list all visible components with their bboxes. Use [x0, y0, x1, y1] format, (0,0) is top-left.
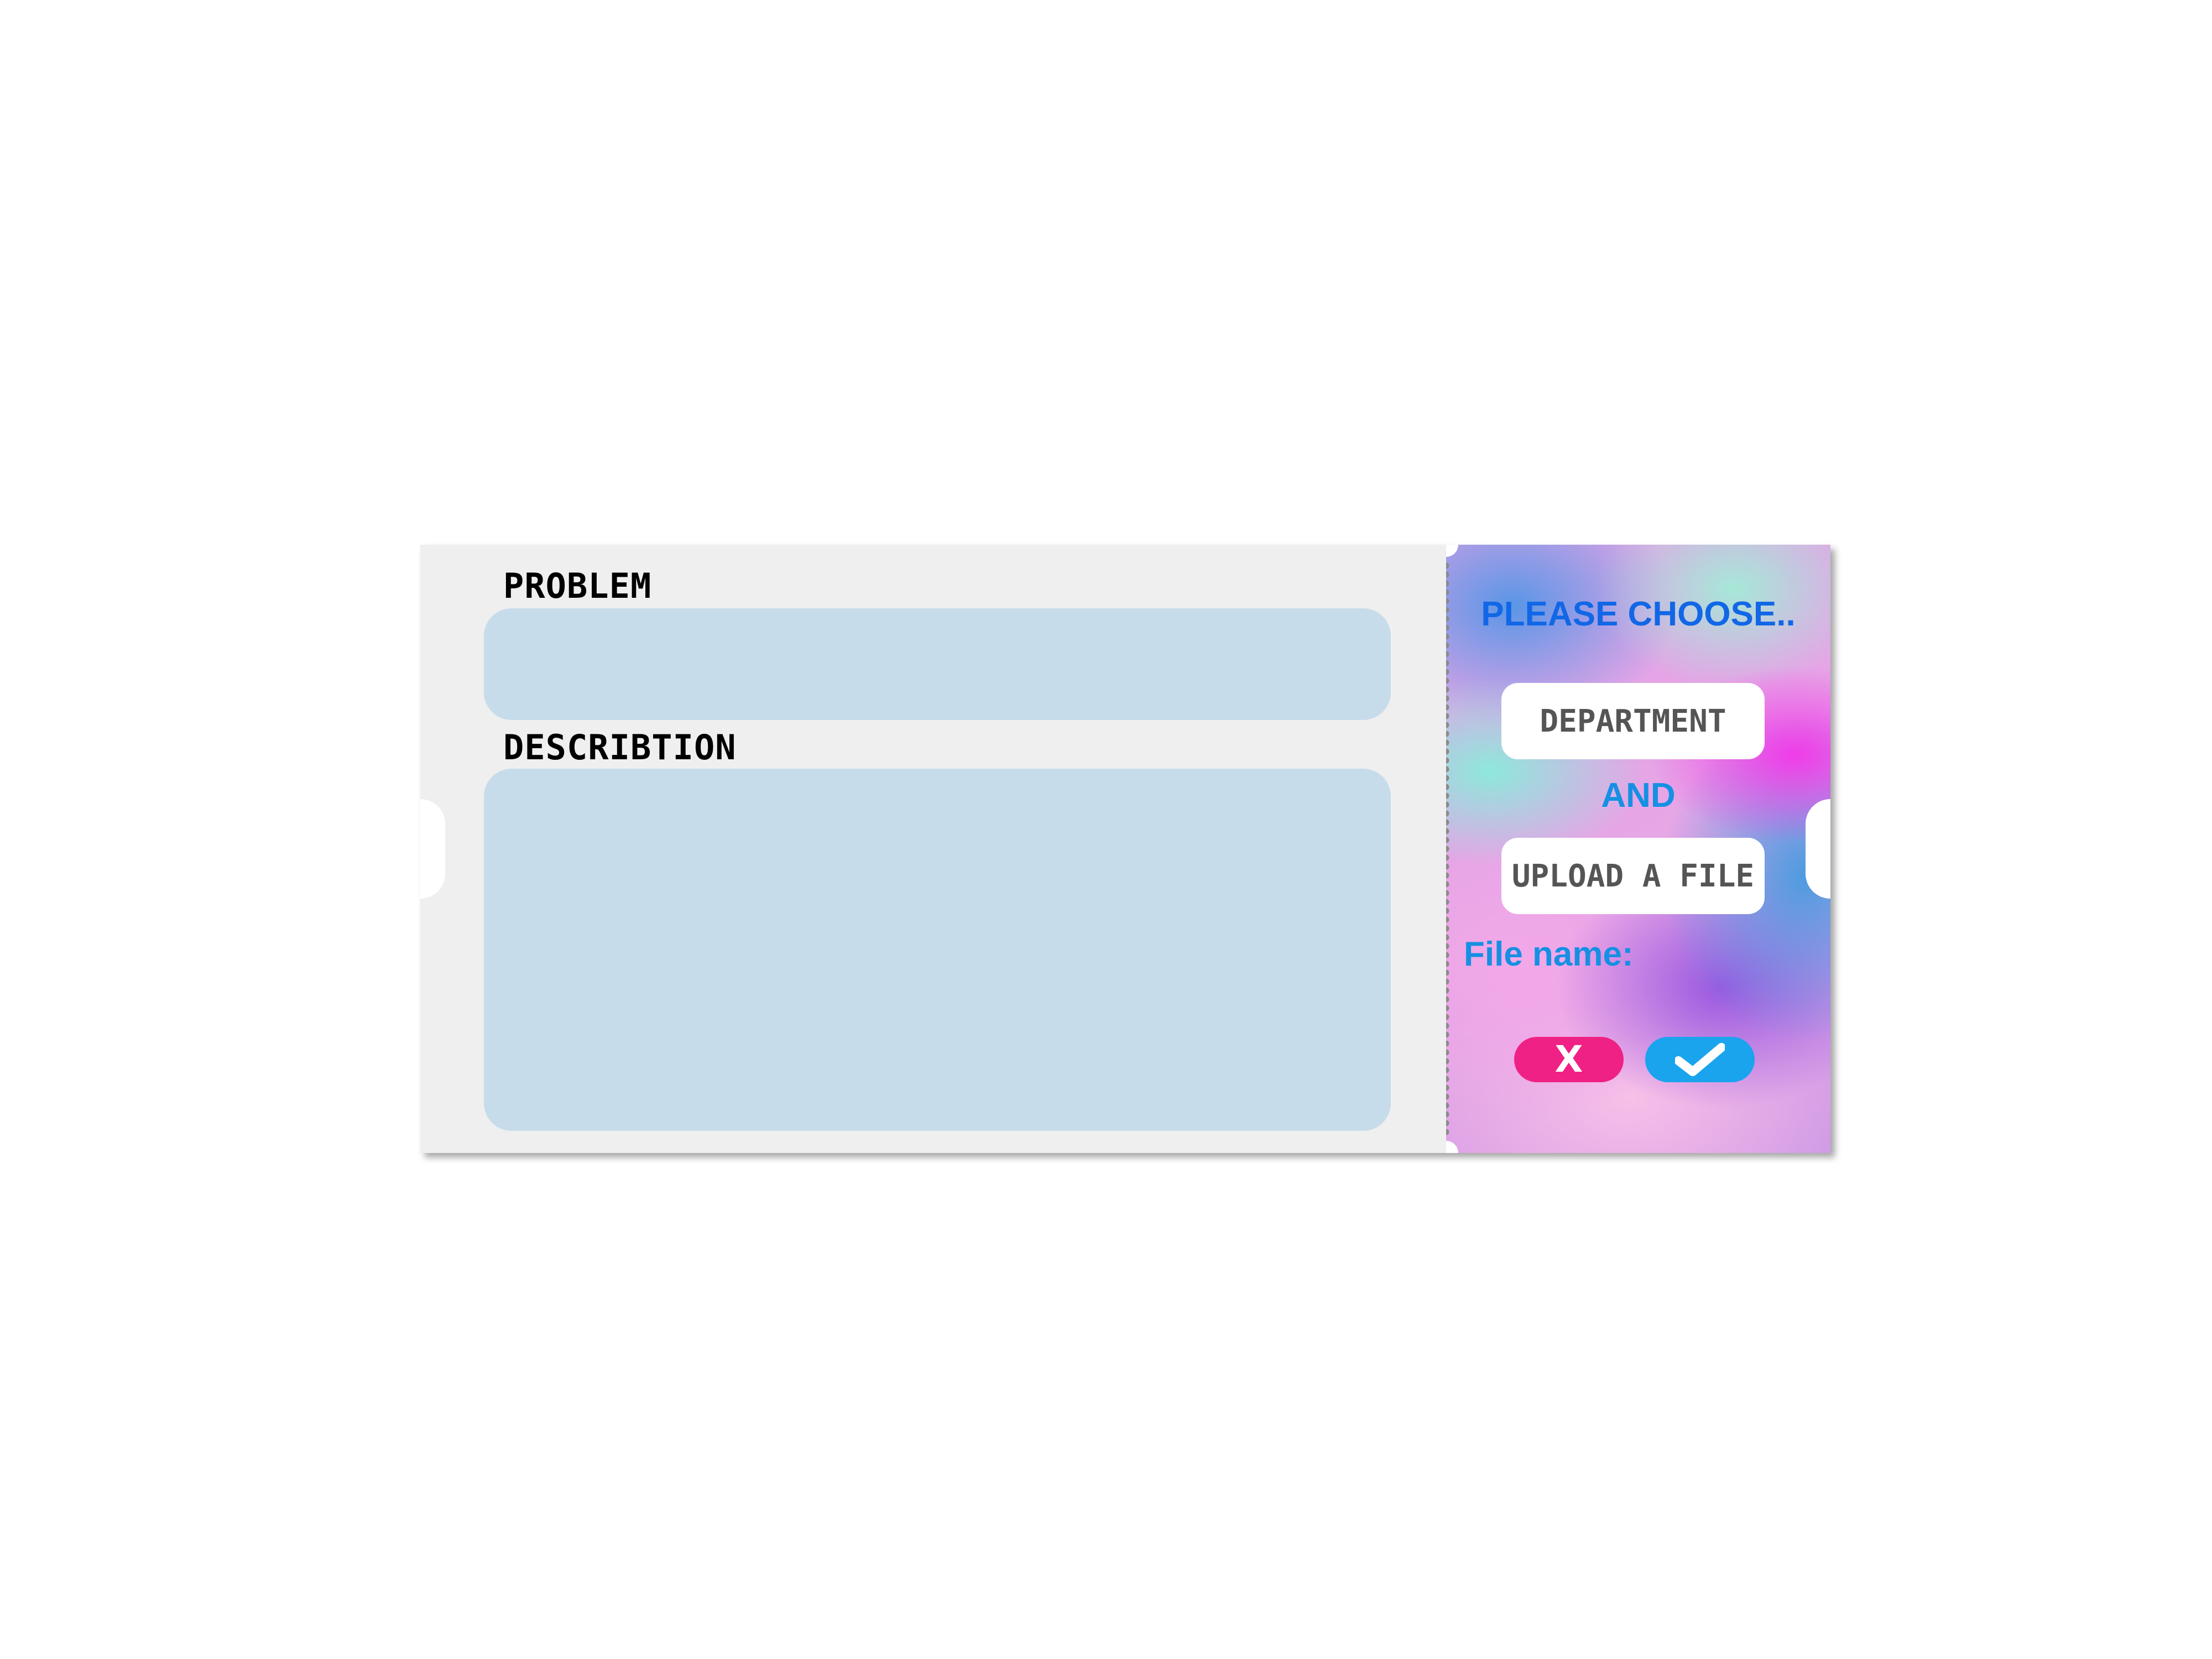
ticket-side-stub: PLEASE CHOOSE.. DEPARTMENT AND UPLOAD A …	[1446, 545, 1830, 1153]
file-name-caption: File name:	[1464, 935, 1634, 973]
checkmark-icon	[1675, 1043, 1725, 1076]
description-label: DESCRIBTION	[503, 727, 737, 768]
problem-input[interactable]	[484, 608, 1391, 720]
perforation-top-cut	[1446, 545, 1458, 557]
perforation-line	[1446, 561, 1453, 1136]
upload-file-button[interactable]: UPLOAD A FILE	[1501, 838, 1765, 914]
cancel-button[interactable]: X	[1514, 1037, 1624, 1082]
and-label: AND	[1601, 776, 1676, 815]
file-name-label: File name:	[1464, 935, 1634, 974]
department-button[interactable]: DEPARTMENT	[1501, 683, 1765, 759]
problem-label: PROBLEM	[503, 566, 652, 606]
confirm-button[interactable]	[1645, 1037, 1755, 1082]
close-icon: X	[1554, 1038, 1583, 1081]
left-notch	[420, 799, 445, 899]
description-textarea[interactable]	[484, 769, 1391, 1131]
ticket-form: PROBLEM DESCRIBTION PLEASE CHOOSE.. DEPA…	[420, 545, 1835, 1157]
perforation-bottom-cut	[1446, 1141, 1458, 1153]
please-choose-heading: PLEASE CHOOSE..	[1481, 595, 1796, 633]
ticket-main-section: PROBLEM DESCRIBTION	[420, 545, 1446, 1153]
